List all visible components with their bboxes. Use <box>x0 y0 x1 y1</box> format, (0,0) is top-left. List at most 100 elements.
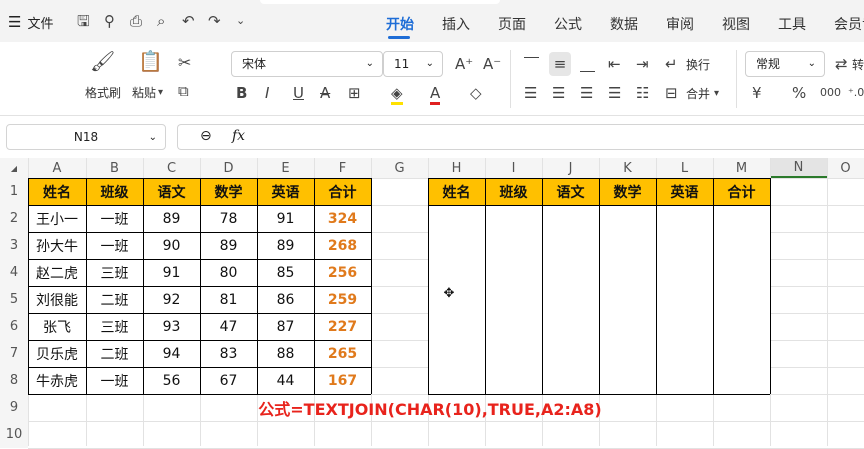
merge-button[interactable]: 合并 <box>686 85 710 102</box>
paste-button[interactable]: 粘贴 <box>132 84 156 101</box>
distributed-icon[interactable]: ☷ <box>636 84 649 102</box>
row-header[interactable]: 3 <box>0 232 28 259</box>
column-header[interactable]: N <box>770 158 827 178</box>
pin-icon[interactable]: ⚲ <box>104 12 115 30</box>
table-cell[interactable] <box>485 205 542 394</box>
redo-icon[interactable]: ↷ <box>208 12 221 30</box>
table-header-cell[interactable]: 英语 <box>656 178 713 205</box>
italic-icon[interactable]: I <box>265 84 269 102</box>
column-header[interactable]: L <box>656 158 713 178</box>
column-header[interactable]: D <box>200 158 257 178</box>
column-header[interactable]: K <box>599 158 656 178</box>
table-header-cell[interactable]: 语文 <box>143 178 200 205</box>
row-header[interactable]: 10 <box>0 421 28 448</box>
align-center-icon[interactable]: ☰ <box>552 84 565 102</box>
table-cell[interactable]: 90 <box>143 232 200 259</box>
table-cell[interactable]: 一班 <box>86 367 143 394</box>
table-cell[interactable]: 93 <box>143 313 200 340</box>
tab-page[interactable]: 页面 <box>498 14 526 34</box>
currency-icon[interactable]: ¥ <box>752 84 762 102</box>
table-cell[interactable]: 贝乐虎 <box>28 340 86 367</box>
fill-color-icon[interactable]: ◈ <box>391 84 403 105</box>
table-cell[interactable]: 张飞 <box>28 313 86 340</box>
table-cell[interactable]: 47 <box>200 313 257 340</box>
table-cell[interactable]: 256 <box>314 259 371 286</box>
align-top-icon[interactable]: ⎺ <box>524 55 539 73</box>
table-header-cell[interactable]: 英语 <box>257 178 314 205</box>
column-header[interactable]: M <box>713 158 770 178</box>
column-header[interactable]: H <box>428 158 485 178</box>
table-cell[interactable]: 94 <box>143 340 200 367</box>
cut-icon[interactable]: ✂ <box>178 54 191 72</box>
indent-increase-icon[interactable]: ⇥ <box>636 55 649 73</box>
row-header[interactable]: 6 <box>0 313 28 340</box>
column-header[interactable]: I <box>485 158 542 178</box>
name-box[interactable]: N18 ⌄ <box>6 124 166 150</box>
increase-font-icon[interactable]: A⁺ <box>455 55 473 73</box>
table-cell[interactable]: 265 <box>314 340 371 367</box>
table-cell[interactable]: 刘很能 <box>28 286 86 313</box>
align-right-icon[interactable]: ☰ <box>580 84 593 102</box>
indent-decrease-icon[interactable]: ⇤ <box>608 55 621 73</box>
row-header[interactable]: 5 <box>0 286 28 313</box>
font-name-select[interactable]: 宋体 ⌄ <box>231 51 383 77</box>
file-menu[interactable]: ☰ 文件 <box>8 12 53 32</box>
print-icon[interactable]: ⎙ <box>130 12 142 30</box>
select-all-corner[interactable]: ◢ <box>0 158 28 178</box>
table-cell[interactable]: 56 <box>143 367 200 394</box>
table-cell[interactable]: 85 <box>257 259 314 286</box>
table-cell[interactable]: 167 <box>314 367 371 394</box>
convert-icon[interactable]: ⇄ <box>835 55 848 73</box>
table-cell[interactable]: 王小一 <box>28 205 86 232</box>
table-header-cell[interactable]: 班级 <box>86 178 143 205</box>
table-cell[interactable]: 孙大牛 <box>28 232 86 259</box>
fx-icon[interactable]: fx <box>232 128 245 144</box>
format-painter-button[interactable]: 格式刷 <box>85 84 121 101</box>
table-cell[interactable]: 227 <box>314 313 371 340</box>
tab-formula[interactable]: 公式 <box>554 14 582 34</box>
table-header-cell[interactable]: 数学 <box>200 178 257 205</box>
zoom-icon[interactable]: ⊖ <box>200 128 212 144</box>
column-header[interactable]: E <box>257 158 314 178</box>
borders-icon[interactable]: ⊞ <box>348 84 361 102</box>
paste-dropdown-icon[interactable]: ▾ <box>158 84 163 102</box>
table-header-cell[interactable]: 合计 <box>713 178 770 205</box>
tab-data[interactable]: 数据 <box>610 14 638 34</box>
table-cell[interactable]: 67 <box>200 367 257 394</box>
wrap-text-icon[interactable]: ↵ <box>665 55 678 73</box>
format-painter-icon[interactable]: 🖌 <box>90 51 115 71</box>
column-header[interactable]: G <box>371 158 428 178</box>
table-header-cell[interactable]: 数学 <box>599 178 656 205</box>
align-left-icon[interactable]: ☰ <box>524 84 537 102</box>
tab-view[interactable]: 视图 <box>722 14 750 34</box>
percent-icon[interactable]: % <box>792 84 806 102</box>
decimal-icon[interactable]: ⁺.0 <box>848 84 864 102</box>
table-cell[interactable]: 三班 <box>86 313 143 340</box>
formula-input[interactable]: ⊖ fx <box>177 124 864 150</box>
table-header-cell[interactable]: 合计 <box>314 178 371 205</box>
table-cell[interactable]: 89 <box>143 205 200 232</box>
table-cell[interactable]: 三班 <box>86 259 143 286</box>
table-cell[interactable]: 二班 <box>86 286 143 313</box>
font-size-select[interactable]: 11 ⌄ <box>383 51 443 77</box>
table-cell[interactable] <box>599 205 656 394</box>
row-header[interactable]: 8 <box>0 367 28 394</box>
column-header[interactable]: O <box>827 158 864 178</box>
merge-dropdown-icon[interactable]: ▾ <box>714 85 719 103</box>
chevron-down-icon[interactable]: ⌄ <box>236 12 245 30</box>
tab-review[interactable]: 审阅 <box>666 14 694 34</box>
table-cell[interactable]: 89 <box>200 232 257 259</box>
tab-home[interactable]: 开始 <box>386 14 414 34</box>
table-cell[interactable]: 牛赤虎 <box>28 367 86 394</box>
font-color-icon[interactable]: A <box>430 84 441 105</box>
table-cell[interactable] <box>428 205 485 394</box>
tab-member[interactable]: 会员专 <box>834 14 864 34</box>
table-cell[interactable]: 一班 <box>86 232 143 259</box>
bold-icon[interactable]: B <box>236 84 247 102</box>
table-cell[interactable]: 86 <box>257 286 314 313</box>
number-format-select[interactable]: 常规 ⌄ <box>745 51 825 77</box>
table-header-cell[interactable]: 姓名 <box>28 178 86 205</box>
table-cell[interactable]: 78 <box>200 205 257 232</box>
undo-icon[interactable]: ↶ <box>182 12 195 30</box>
column-header[interactable]: C <box>143 158 200 178</box>
